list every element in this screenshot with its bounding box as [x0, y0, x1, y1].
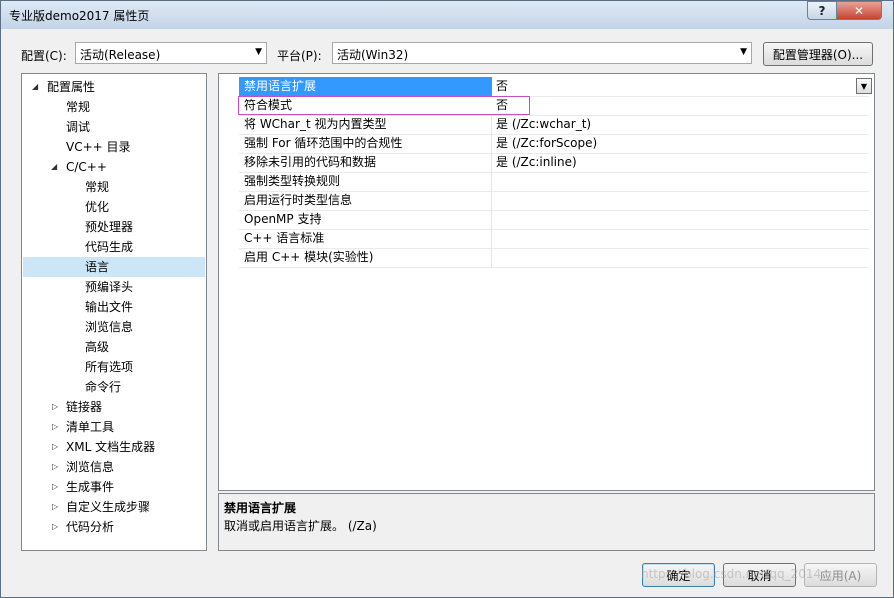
tree-item-browse-information[interactable]: ▷ 浏览信息 [22, 457, 206, 477]
platform-label: 平台(P): [277, 49, 322, 63]
properties-window: 专业版demo2017 属性页 ? ✕ 配置(C): 活动(Release) ▼… [0, 0, 894, 598]
help-button[interactable]: ? [807, 1, 837, 20]
grid-row-cast-rules[interactable]: 强制类型转换规则 [239, 172, 869, 192]
tree-item-command-line[interactable]: 命令行 [22, 377, 206, 397]
property-grid[interactable]: 禁用语言扩展 否 ▼ 符合模式 否 将 WChar_t 视为内置类型 是 (/Z… [218, 73, 875, 491]
tree-item-output-files[interactable]: 输出文件 [22, 297, 206, 317]
grid-row-rtti[interactable]: 启用运行时类型信息 [239, 191, 869, 211]
tree-item-precompiled-headers[interactable]: 预编译头 [22, 277, 206, 297]
expanded-triangle-icon[interactable]: ◢ [51, 157, 57, 177]
tree-item-custom-build-step[interactable]: ▷ 自定义生成步骤 [22, 497, 206, 517]
tree-item-general[interactable]: 常规 [22, 97, 206, 117]
tree-item-browse-info[interactable]: 浏览信息 [22, 317, 206, 337]
collapsed-triangle-icon[interactable]: ▷ [52, 397, 58, 417]
config-manager-button[interactable]: 配置管理器(O)... [763, 42, 873, 66]
property-tree[interactable]: ◢ 配置属性 常规 调试 VC++ 目录 ◢ C/C++ 常规 优化 预处理器 … [21, 73, 207, 551]
collapsed-triangle-icon[interactable]: ▷ [52, 417, 58, 437]
tree-item-config-properties[interactable]: ◢ 配置属性 [22, 77, 206, 97]
tree-item-all-options[interactable]: 所有选项 [22, 357, 206, 377]
grid-row-cpp-modules[interactable]: 启用 C++ 模块(实验性) [239, 248, 869, 268]
collapsed-triangle-icon[interactable]: ▷ [52, 497, 58, 517]
collapsed-triangle-icon[interactable]: ▷ [52, 517, 58, 537]
close-button[interactable]: ✕ [836, 1, 882, 20]
grid-row-disable-language-extensions[interactable]: 禁用语言扩展 否 [239, 77, 869, 97]
grid-row-wchar-builtin[interactable]: 将 WChar_t 视为内置类型 是 (/Zc:wchar_t) [239, 115, 869, 135]
grid-row-remove-unreferenced[interactable]: 移除未引用的代码和数据 是 (/Zc:inline) [239, 153, 869, 173]
collapsed-triangle-icon[interactable]: ▷ [52, 437, 58, 457]
collapsed-triangle-icon[interactable]: ▷ [52, 477, 58, 497]
annotation-highlight-box [238, 96, 530, 115]
title-bar[interactable]: 专业版demo2017 属性页 ? ✕ [1, 1, 893, 29]
tree-item-code-analysis[interactable]: ▷ 代码分析 [22, 517, 206, 537]
description-title: 禁用语言扩展 [224, 501, 297, 515]
tree-item-manifest-tool[interactable]: ▷ 清单工具 [22, 417, 206, 437]
grid-row-cpp-standard[interactable]: C++ 语言标准 [239, 229, 869, 249]
chevron-down-icon: ▼ [255, 47, 262, 57]
tree-item-cpp[interactable]: ◢ C/C++ [22, 157, 206, 177]
chevron-down-icon: ▼ [860, 81, 868, 91]
tree-item-optimization[interactable]: 优化 [22, 197, 206, 217]
tree-item-vc-directories[interactable]: VC++ 目录 [22, 137, 206, 157]
window-title: 专业版demo2017 属性页 [9, 9, 150, 23]
config-value: 活动(Release) [80, 48, 161, 62]
platform-value: 活动(Win32) [337, 48, 409, 62]
grid-row-for-scope[interactable]: 强制 For 循环范围中的合规性 是 (/Zc:forScope) [239, 134, 869, 154]
tree-item-advanced[interactable]: 高级 [22, 337, 206, 357]
tree-item-cpp-general[interactable]: 常规 [22, 177, 206, 197]
platform-dropdown[interactable]: 活动(Win32) ▼ [332, 42, 752, 64]
tree-item-linker[interactable]: ▷ 链接器 [22, 397, 206, 417]
collapsed-triangle-icon[interactable]: ▷ [52, 457, 58, 477]
description-text: 取消或启用语言扩展。 (/Za) [224, 519, 377, 533]
tree-item-code-generation[interactable]: 代码生成 [22, 237, 206, 257]
config-dropdown[interactable]: 活动(Release) ▼ [75, 42, 267, 64]
tree-item-preprocessor[interactable]: 预处理器 [22, 217, 206, 237]
grid-row-openmp[interactable]: OpenMP 支持 [239, 210, 869, 230]
config-label: 配置(C): [21, 49, 67, 63]
tree-item-debug[interactable]: 调试 [22, 117, 206, 137]
tree-item-build-events[interactable]: ▷ 生成事件 [22, 477, 206, 497]
chevron-down-icon: ▼ [740, 47, 747, 57]
expanded-triangle-icon[interactable]: ◢ [32, 77, 38, 97]
tree-item-language[interactable]: 语言 [23, 257, 205, 277]
tree-item-xml-doc-generator[interactable]: ▷ XML 文档生成器 [22, 437, 206, 457]
watermark-text: https://blog.csdn.net/qq_2014... [641, 567, 833, 581]
description-panel: 禁用语言扩展 取消或启用语言扩展。 (/Za) [218, 493, 875, 551]
value-dropdown-button[interactable]: ▼ [856, 78, 872, 94]
